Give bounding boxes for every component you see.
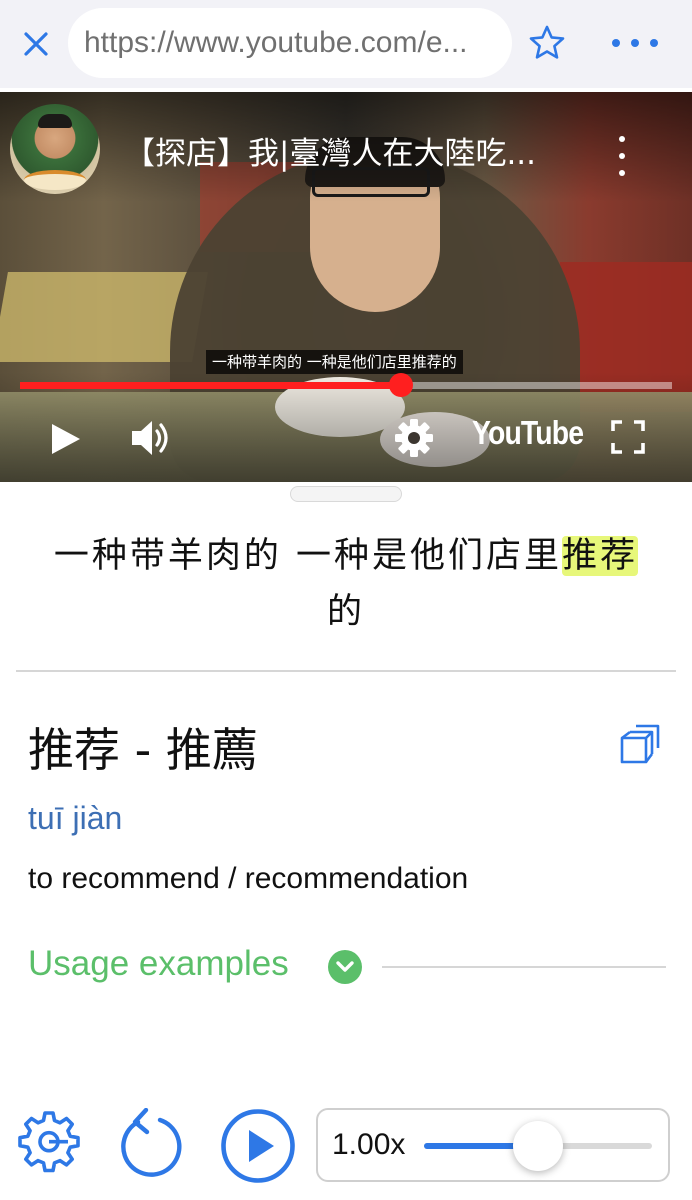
divider: [382, 966, 666, 968]
speed-label: 1.00x: [332, 1128, 406, 1161]
subtitle-text[interactable]: 的: [327, 592, 365, 632]
video-player[interactable]: 【探店】我|臺灣人在大陸吃... 一种带羊肉的 一种是他们店里推荐的 YouTu…: [0, 92, 692, 482]
copy-button[interactable]: [616, 720, 664, 768]
settings-button[interactable]: [394, 418, 434, 458]
play-icon: [52, 424, 80, 454]
playback-speed-control: 1.00x: [316, 1108, 670, 1182]
play-sentence-button[interactable]: [220, 1108, 296, 1184]
youtube-logo[interactable]: YouTube: [472, 414, 584, 452]
volume-button[interactable]: [130, 418, 174, 458]
settings-icon: [395, 419, 433, 457]
dictionary-headword: 推荐 - 推薦: [28, 723, 258, 777]
url-text: https://www.youtube.com/e...: [84, 26, 468, 59]
video-menu-button[interactable]: [612, 136, 632, 176]
volume-icon: [132, 421, 168, 455]
close-icon: [24, 32, 48, 56]
progress-fill: [20, 382, 402, 389]
replay-icon: [121, 1107, 182, 1177]
gear-icon: [18, 1111, 80, 1173]
fullscreen-button[interactable]: [610, 419, 646, 455]
subtitle-sentence: 一种带羊肉的 一种是他们店里推荐的: [20, 528, 672, 640]
usage-examples-toggle[interactable]: [328, 950, 362, 984]
subtitle-highlighted-word[interactable]: 推荐: [562, 536, 639, 576]
replay-button[interactable]: [116, 1107, 186, 1178]
usage-examples-label[interactable]: Usage examples: [28, 944, 289, 984]
browser-toolbar: https://www.youtube.com/e...: [0, 0, 692, 88]
more-dots-icon: [612, 39, 620, 47]
star-icon: [529, 25, 565, 59]
address-bar[interactable]: https://www.youtube.com/e...: [68, 8, 512, 78]
video-progress-bar[interactable]: [20, 373, 672, 397]
bookmark-button[interactable]: [526, 22, 568, 64]
speed-slider-thumb[interactable]: [513, 1121, 563, 1171]
definition: to recommend / recommendation: [28, 862, 469, 895]
play-circle-icon: [221, 1109, 295, 1183]
play-button[interactable]: [50, 422, 82, 456]
copy-stack-icon: [620, 724, 660, 764]
channel-avatar[interactable]: [10, 104, 100, 194]
video-title[interactable]: 【探店】我|臺灣人在大陸吃...: [124, 128, 574, 173]
panel-drag-handle[interactable]: [290, 486, 402, 502]
more-options-button[interactable]: [612, 30, 658, 56]
speed-slider[interactable]: [424, 1121, 652, 1171]
close-button[interactable]: [16, 24, 56, 64]
fullscreen-icon: [611, 420, 645, 454]
kebab-menu-icon: [619, 136, 625, 142]
divider: [16, 670, 676, 672]
settings-gear-button[interactable]: [16, 1110, 82, 1176]
video-caption: 一种带羊肉的 一种是他们店里推荐的: [206, 350, 463, 374]
pinyin: tuī jiàn: [28, 800, 123, 836]
chevron-down-icon: [336, 961, 354, 972]
subtitle-text[interactable]: 一种带羊肉的 一种是他们店里: [54, 536, 562, 576]
